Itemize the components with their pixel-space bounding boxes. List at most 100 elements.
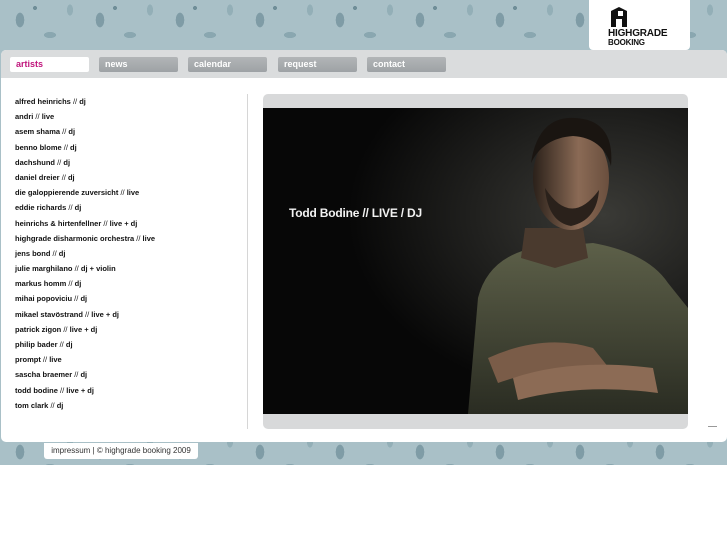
- highgrade-booking-logo[interactable]: HIGHGRADE BOOKING: [589, 0, 690, 50]
- artist-name: philip bader: [15, 340, 58, 349]
- artist-type: live: [49, 355, 62, 365]
- nav-bar: artists news calendar request contact: [1, 50, 727, 78]
- tab-calendar[interactable]: calendar: [188, 57, 267, 72]
- artist-list-item[interactable]: asem shama // dj: [15, 124, 240, 139]
- artist-type: live: [41, 112, 55, 122]
- artist-name: mikael stavöstrand: [15, 309, 83, 319]
- artist-separator: //: [33, 112, 42, 122]
- artist-list-item[interactable]: tom clark // dj: [15, 398, 240, 413]
- artist-name: eddie richards: [15, 203, 67, 213]
- artist-type: dj + violin: [80, 264, 116, 274]
- copyright-text: © highgrade booking 2009: [96, 446, 191, 455]
- tab-request[interactable]: request: [278, 57, 357, 72]
- artist-list-item[interactable]: markus homm // dj: [15, 276, 240, 291]
- artist-type: dj: [74, 203, 82, 213]
- artist-type: dj: [63, 157, 71, 167]
- artist-separator: //: [50, 248, 59, 258]
- artist-name: daniel dreier: [15, 172, 60, 182]
- artist-list-item[interactable]: highgrade disharmonic orchestra // live: [15, 231, 240, 246]
- artist-separator: //: [101, 218, 110, 228]
- artist-list-item[interactable]: mikael stavöstrand // live + dj: [15, 307, 240, 322]
- artist-type: live + dj: [66, 385, 94, 395]
- artist-list-item[interactable]: alfred heinrichs // dj: [15, 94, 240, 109]
- artist-name: die galoppierende zuversicht: [15, 188, 119, 198]
- artist-separator: //: [57, 340, 66, 349]
- artist-name: jens bond: [15, 248, 51, 258]
- artist-type: live + dj: [109, 218, 138, 228]
- artist-separator: //: [57, 385, 67, 395]
- artist-separator: //: [61, 324, 70, 334]
- artist-type: dj: [65, 340, 73, 349]
- artist-list-item[interactable]: andri // live: [15, 109, 240, 124]
- artist-list-item[interactable]: julie marghilano // dj + violin: [15, 261, 240, 276]
- artist-list-item[interactable]: heinrichs & hirtenfellner // live + dj: [15, 216, 240, 231]
- artist-list-item[interactable]: sascha braemer // dj: [15, 367, 240, 382]
- artist-portrait-image: [263, 108, 688, 414]
- footer-bar: impressum | © highgrade booking 2009: [44, 443, 198, 459]
- column-divider: [247, 94, 248, 429]
- artist-list-item[interactable]: todd bodine // live + dj: [15, 383, 240, 398]
- artist-name: julie marghilano: [15, 264, 73, 274]
- artist-separator: //: [59, 172, 68, 182]
- artist-list-item[interactable]: dachshund // dj: [15, 155, 240, 170]
- artist-list-item[interactable]: die galoppierende zuversicht // live: [15, 185, 240, 200]
- logo-line-1: HIGHGRADE: [608, 28, 668, 39]
- artist-photo: Todd Bodine // LIVE / DJ: [263, 108, 688, 414]
- artist-separator: //: [118, 188, 127, 198]
- main-panel: artists news calendar request contact al…: [1, 50, 727, 442]
- artist-name: prompt: [15, 355, 41, 365]
- tab-news[interactable]: news: [99, 57, 178, 72]
- artist-name: markus homm: [15, 279, 67, 289]
- artist-list: alfred heinrichs // dj andri // live asem …: [15, 94, 240, 413]
- artist-name: asem shama: [15, 127, 61, 137]
- artist-list-item[interactable]: mihai popoviciu // dj: [15, 291, 240, 306]
- artist-caption: Todd Bodine // LIVE / DJ: [289, 206, 422, 220]
- artist-type: live + dj: [69, 324, 98, 334]
- artist-name: tom clark: [15, 400, 49, 410]
- artist-separator: //: [70, 97, 80, 106]
- artist-name: patrick zigon: [15, 324, 62, 334]
- artist-separator: //: [66, 203, 75, 213]
- artist-type: dj: [67, 172, 75, 182]
- artist-separator: //: [40, 355, 50, 365]
- artist-type: dj: [68, 127, 76, 137]
- logo-wordmark: HIGHGRADE BOOKING: [608, 28, 688, 48]
- artist-list-item[interactable]: philip bader // dj: [15, 337, 240, 352]
- highgrade-logo-icon: [611, 7, 627, 27]
- artist-list-item[interactable]: patrick zigon // live + dj: [15, 322, 240, 337]
- artist-type: live + dj: [91, 309, 120, 319]
- tab-contact[interactable]: contact: [367, 57, 446, 72]
- artist-type: live: [126, 188, 140, 198]
- artist-feature-frame: Todd Bodine // LIVE / DJ: [263, 94, 688, 429]
- artist-type: dj: [58, 248, 66, 258]
- artist-type: dj: [70, 142, 77, 152]
- tab-artists[interactable]: artists: [10, 57, 89, 72]
- artist-name: alfred heinrichs: [15, 97, 71, 106]
- artist-type: dj: [79, 97, 86, 106]
- artist-list-item[interactable]: benno blome // dj: [15, 140, 240, 155]
- artist-list-item[interactable]: eddie richards // dj: [15, 200, 240, 215]
- artist-type: dj: [80, 294, 88, 304]
- artist-separator: //: [72, 264, 81, 274]
- artist-separator: //: [48, 400, 57, 410]
- artist-name: benno blome: [15, 142, 62, 152]
- artist-list-item[interactable]: daniel dreier // dj: [15, 170, 240, 185]
- artist-type: dj: [56, 400, 64, 410]
- artist-name: mihai popoviciu: [15, 294, 73, 304]
- artist-list-item[interactable]: prompt // live: [15, 352, 240, 367]
- artist-type: dj: [80, 370, 88, 380]
- artist-separator: //: [61, 142, 71, 152]
- logo-line-2: BOOKING: [608, 38, 645, 47]
- impressum-link[interactable]: impressum: [51, 446, 90, 455]
- decorative-dash: [708, 426, 717, 427]
- artist-name: heinrichs & hirtenfellner: [15, 218, 102, 228]
- artist-separator: //: [134, 233, 143, 243]
- artist-list-item[interactable]: jens bond // dj: [15, 246, 240, 261]
- artist-name: highgrade disharmonic orchestra: [15, 233, 135, 243]
- artist-type: live: [142, 233, 156, 243]
- artist-separator: //: [66, 279, 75, 289]
- artist-name: dachshund: [15, 157, 56, 167]
- artist-name: todd bodine: [15, 385, 58, 395]
- artist-name: sascha braemer: [15, 370, 73, 380]
- artist-name: andri: [15, 112, 34, 122]
